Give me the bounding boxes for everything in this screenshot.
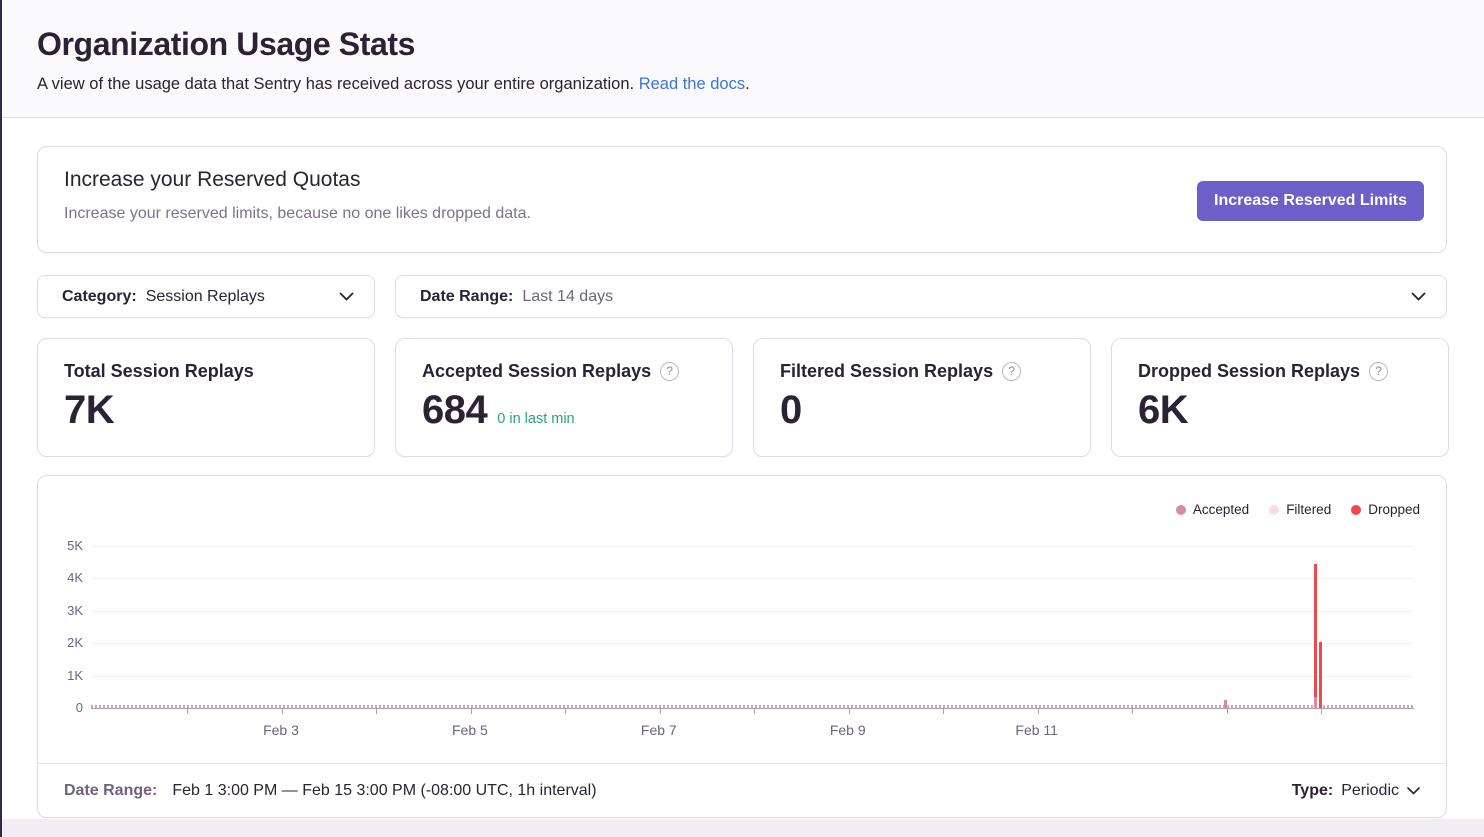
type-dropdown-value: Periodic	[1341, 782, 1399, 800]
score-card-value: 7K	[64, 388, 114, 433]
category-dropdown-value: Session Replays	[146, 288, 265, 306]
score-card-value: 6K	[1138, 388, 1188, 433]
accepted-baseline-bars	[91, 705, 1414, 708]
legend-dot	[1269, 505, 1279, 515]
score-card-title: Filtered Session Replays	[780, 361, 993, 382]
bar-accepted	[1314, 697, 1317, 708]
x-axis-tick	[660, 709, 661, 714]
x-axis-tick	[1132, 709, 1133, 714]
increase-reserved-limits-button[interactable]: Increase Reserved Limits	[1197, 181, 1424, 221]
x-axis-tick	[565, 709, 566, 714]
score-card-accepted: Accepted Session Replays ? 684 0 in last…	[395, 338, 733, 457]
y-axis-label: 2K	[41, 635, 83, 650]
category-dropdown-label: Category:	[62, 288, 137, 306]
legend-dot	[1351, 505, 1361, 515]
legend-label: Filtered	[1286, 502, 1331, 517]
score-card-filtered: Filtered Session Replays ? 0	[753, 338, 1091, 457]
page-header: Organization Usage Stats A view of the u…	[0, 0, 1484, 118]
legend-item-filtered[interactable]: Filtered	[1269, 502, 1331, 517]
chart-gridline	[91, 676, 1414, 677]
chart-legend: Accepted Filtered Dropped	[1176, 502, 1420, 517]
bar-accepted	[1224, 700, 1227, 708]
sidebar-edge	[0, 0, 2, 837]
x-axis-line	[91, 708, 1414, 709]
help-icon[interactable]: ?	[660, 362, 679, 381]
help-icon[interactable]: ?	[1002, 362, 1021, 381]
legend-item-dropped[interactable]: Dropped	[1351, 502, 1420, 517]
page-subtitle: A view of the usage data that Sentry has…	[37, 75, 1484, 94]
legend-label: Accepted	[1193, 502, 1249, 517]
help-icon[interactable]: ?	[1369, 362, 1388, 381]
score-card-title: Total Session Replays	[64, 361, 254, 382]
score-card-trend: 0 in last min	[497, 411, 574, 427]
x-axis-tick	[471, 709, 472, 714]
page-bottom-strip	[0, 819, 1484, 837]
score-card-value: 684	[422, 388, 487, 433]
x-axis-label: Feb 7	[614, 722, 704, 738]
footer-date-range-label: Date Range:	[64, 782, 157, 800]
bar-dropped	[1319, 642, 1322, 708]
type-dropdown[interactable]: Type: Periodic	[1292, 782, 1420, 800]
x-axis-tick	[943, 709, 944, 714]
page-title: Organization Usage Stats	[37, 26, 1484, 63]
read-the-docs-link[interactable]: Read the docs	[639, 75, 745, 93]
x-axis-tick	[1321, 709, 1322, 714]
chart-gridline	[91, 611, 1414, 612]
score-card-title: Dropped Session Replays	[1138, 361, 1360, 382]
type-dropdown-label: Type:	[1292, 782, 1333, 800]
page-subtitle-text: A view of the usage data that Sentry has…	[37, 75, 634, 93]
x-axis-tick	[187, 709, 188, 714]
date-range-dropdown-value: Last 14 days	[522, 288, 613, 306]
chevron-down-icon	[339, 292, 354, 301]
chevron-down-icon	[1411, 292, 1426, 301]
chart-gridline	[91, 546, 1414, 547]
y-axis-label: 1K	[41, 668, 83, 683]
x-axis-label: Feb 5	[425, 722, 515, 738]
chevron-down-icon	[1407, 787, 1420, 795]
x-axis-tick	[376, 709, 377, 714]
x-axis-tick	[849, 709, 850, 714]
x-axis-tick	[754, 709, 755, 714]
date-range-dropdown-label: Date Range:	[420, 288, 513, 306]
score-card-title: Accepted Session Replays	[422, 361, 651, 382]
legend-item-accepted[interactable]: Accepted	[1176, 502, 1249, 517]
category-dropdown[interactable]: Category: Session Replays	[37, 275, 375, 318]
score-card-total: Total Session Replays 7K	[37, 338, 375, 457]
chart-gridline	[91, 643, 1414, 644]
y-axis-label: 5K	[41, 538, 83, 553]
score-card-value: 0	[780, 388, 802, 433]
chart-footer: Date Range: Feb 1 3:00 PM — Feb 15 3:00 …	[38, 763, 1446, 818]
x-axis-label: Feb 3	[236, 722, 326, 738]
legend-label: Dropped	[1368, 502, 1420, 517]
chart-gridline	[91, 578, 1414, 579]
y-axis-label: 3K	[41, 603, 83, 618]
x-axis-label: Feb 11	[992, 722, 1082, 738]
score-card-dropped: Dropped Session Replays ? 6K	[1111, 338, 1449, 457]
bar-dropped	[1314, 564, 1317, 697]
legend-dot	[1176, 505, 1186, 515]
date-range-dropdown[interactable]: Date Range: Last 14 days	[395, 275, 1447, 318]
page-subtitle-period: .	[745, 75, 750, 93]
y-axis-label: 4K	[41, 570, 83, 585]
x-axis-tick	[282, 709, 283, 714]
x-axis-label: Feb 9	[803, 722, 893, 738]
quota-banner: Increase your Reserved Quotas Increase y…	[37, 146, 1447, 253]
footer-date-range-value: Feb 1 3:00 PM — Feb 15 3:00 PM (-08:00 U…	[172, 782, 596, 800]
y-axis-label: 0	[41, 700, 83, 715]
x-axis-tick	[1227, 709, 1228, 714]
x-axis-tick	[1038, 709, 1039, 714]
usage-chart-panel: Accepted Filtered Dropped Date Range: Feb …	[37, 475, 1447, 818]
